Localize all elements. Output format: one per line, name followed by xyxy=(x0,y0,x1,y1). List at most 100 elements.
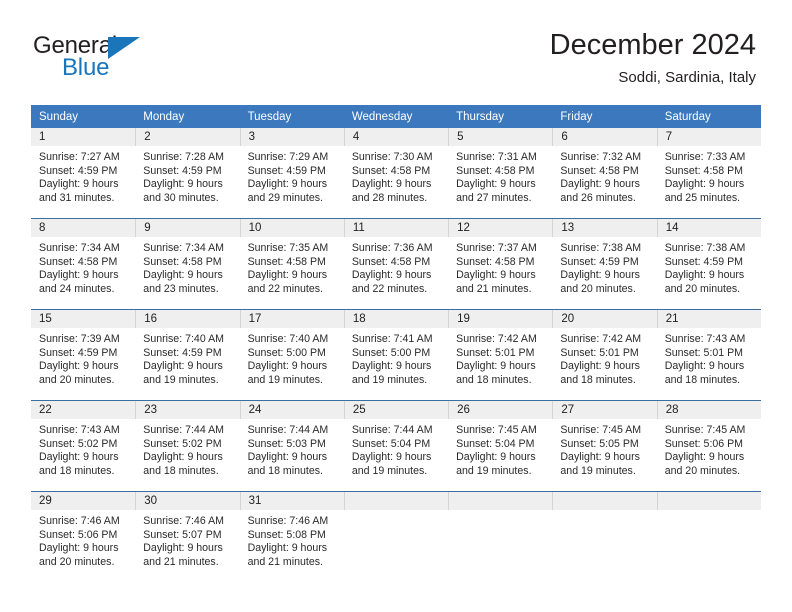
day-details: Sunrise: 7:31 AM Sunset: 4:58 PM Daylight:… xyxy=(448,146,552,205)
day-cell[interactable]: 27 Sunrise: 7:45 AM Sunset: 5:05 PM Dayligh… xyxy=(552,400,657,492)
day-cell[interactable]: 21 Sunrise: 7:43 AM Sunset: 5:01 PM Dayligh… xyxy=(656,309,761,401)
day-number: 7 xyxy=(656,128,761,146)
sunrise-text: Sunrise: 7:27 AM xyxy=(39,151,120,163)
day-cell[interactable]: 28 Sunrise: 7:45 AM Sunset: 5:06 PM Dayligh… xyxy=(656,400,761,492)
sunset-text: Sunset: 5:02 PM xyxy=(143,437,222,450)
sunset-text: Sunset: 4:59 PM xyxy=(39,346,118,359)
day-cell[interactable]: 1 Sunrise: 7:27 AM Sunset: 4:59 PM Daylight… xyxy=(31,128,136,219)
sunrise-text: Sunrise: 7:45 AM xyxy=(456,424,537,436)
day-details: Sunrise: 7:35 AM Sunset: 4:58 PM Daylight:… xyxy=(240,237,344,296)
day-number: 21 xyxy=(656,310,761,328)
daylight-text-line2: and 28 minutes. xyxy=(351,191,428,204)
sunrise-text: Sunrise: 7:37 AM xyxy=(456,242,537,254)
daylight-text-line1: Daylight: 9 hours xyxy=(664,451,745,464)
sunset-text: Sunset: 5:03 PM xyxy=(247,437,326,450)
day-number: 10 xyxy=(239,219,344,237)
daylight-text-line1: Daylight: 9 hours xyxy=(664,269,745,282)
day-cell[interactable]: 3 Sunrise: 7:29 AM Sunset: 4:59 PM Daylight… xyxy=(239,128,344,219)
day-number: 24 xyxy=(239,401,344,419)
day-number: 11 xyxy=(343,219,449,237)
daylight-text-line2: and 19 minutes. xyxy=(560,464,636,477)
sunset-text: Sunset: 5:01 PM xyxy=(560,346,639,359)
daylight-text-line2: and 23 minutes. xyxy=(143,282,219,295)
daylight-text-line2: and 20 minutes. xyxy=(664,464,741,477)
day-number: 5 xyxy=(448,128,553,146)
day-cell[interactable]: 9 Sunrise: 7:34 AM Sunset: 4:58 PM Daylight… xyxy=(135,218,240,310)
sunset-text: Sunset: 4:59 PM xyxy=(664,255,744,268)
day-cell[interactable]: 17 Sunrise: 7:40 AM Sunset: 5:00 PM Dayligh… xyxy=(239,309,344,401)
day-cell[interactable]: 25 Sunrise: 7:44 AM Sunset: 5:04 PM Dayligh… xyxy=(343,400,449,492)
sunset-text: Sunset: 5:06 PM xyxy=(39,528,118,541)
daylight-text-line2: and 19 minutes. xyxy=(143,373,219,386)
day-cell[interactable]: 15 Sunrise: 7:39 AM Sunset: 4:59 PM Dayligh… xyxy=(31,309,136,401)
day-details: Sunrise: 7:34 AM Sunset: 4:58 PM Daylight:… xyxy=(135,237,239,296)
day-details xyxy=(448,510,552,515)
sunset-text: Sunset: 4:58 PM xyxy=(247,255,326,268)
day-cell[interactable]: 11 Sunrise: 7:36 AM Sunset: 4:58 PM Dayligh… xyxy=(343,218,449,310)
daylight-text-line1: Daylight: 9 hours xyxy=(351,269,432,282)
sunset-text: Sunset: 4:58 PM xyxy=(456,255,535,268)
day-cell-empty xyxy=(343,491,449,582)
day-cell[interactable]: 29 Sunrise: 7:46 AM Sunset: 5:06 PM Dayligh… xyxy=(31,491,136,582)
day-details xyxy=(552,510,656,515)
day-cell[interactable]: 20 Sunrise: 7:42 AM Sunset: 5:01 PM Dayligh… xyxy=(552,309,657,401)
day-cell[interactable]: 12 Sunrise: 7:37 AM Sunset: 4:58 PM Dayligh… xyxy=(448,218,553,310)
generalblue-logo[interactable]: General Blue xyxy=(33,33,233,85)
sunset-text: Sunset: 4:59 PM xyxy=(39,164,118,177)
sunrise-text: Sunrise: 7:46 AM xyxy=(247,515,329,527)
sunrise-text: Sunrise: 7:34 AM xyxy=(39,242,120,254)
day-cell[interactable]: 7 Sunrise: 7:33 AM Sunset: 4:58 PM Daylight… xyxy=(656,128,761,219)
day-cell[interactable]: 31 Sunrise: 7:46 AM Sunset: 5:08 PM Dayligh… xyxy=(239,491,344,582)
day-cell[interactable]: 8 Sunrise: 7:34 AM Sunset: 4:58 PM Daylight… xyxy=(31,218,136,310)
day-cell[interactable]: 30 Sunrise: 7:46 AM Sunset: 5:07 PM Dayligh… xyxy=(135,491,240,582)
sunset-text: Sunset: 5:08 PM xyxy=(247,528,326,541)
day-number: 25 xyxy=(343,401,449,419)
sunrise-text: Sunrise: 7:44 AM xyxy=(247,424,329,436)
daylight-text-line2: and 18 minutes. xyxy=(143,464,219,477)
sunset-text: Sunset: 4:58 PM xyxy=(351,255,431,268)
daylight-text-line1: Daylight: 9 hours xyxy=(351,178,432,191)
daylight-text-line1: Daylight: 9 hours xyxy=(351,360,432,373)
day-details: Sunrise: 7:33 AM Sunset: 4:58 PM Daylight:… xyxy=(657,146,761,205)
weekday-header-saturday: Saturday xyxy=(656,105,761,128)
sunset-text: Sunset: 5:04 PM xyxy=(351,437,431,450)
day-cell[interactable]: 6 Sunrise: 7:32 AM Sunset: 4:58 PM Daylight… xyxy=(552,128,657,219)
day-cell[interactable]: 10 Sunrise: 7:35 AM Sunset: 4:58 PM Dayligh… xyxy=(239,218,344,310)
day-number xyxy=(552,492,657,510)
day-cell[interactable]: 13 Sunrise: 7:38 AM Sunset: 4:59 PM Dayligh… xyxy=(552,218,657,310)
day-details: Sunrise: 7:46 AM Sunset: 5:08 PM Daylight:… xyxy=(240,510,344,569)
day-details: Sunrise: 7:45 AM Sunset: 5:05 PM Daylight:… xyxy=(552,419,656,478)
daylight-text-line1: Daylight: 9 hours xyxy=(247,269,328,282)
day-cell[interactable]: 4 Sunrise: 7:30 AM Sunset: 4:58 PM Daylight… xyxy=(343,128,449,219)
day-number: 18 xyxy=(343,310,449,328)
day-cell[interactable]: 18 Sunrise: 7:41 AM Sunset: 5:00 PM Dayligh… xyxy=(343,309,449,401)
weekday-header-row: Sunday Monday Tuesday Wednesday Thursday… xyxy=(31,105,761,128)
day-details xyxy=(344,510,448,515)
daylight-text-line2: and 29 minutes. xyxy=(247,191,323,204)
day-cell[interactable]: 23 Sunrise: 7:44 AM Sunset: 5:02 PM Dayligh… xyxy=(135,400,240,492)
day-cell[interactable]: 14 Sunrise: 7:38 AM Sunset: 4:59 PM Dayligh… xyxy=(656,218,761,310)
sunrise-text: Sunrise: 7:35 AM xyxy=(247,242,329,254)
daylight-text-line2: and 20 minutes. xyxy=(664,282,741,295)
daylight-text-line2: and 19 minutes. xyxy=(351,464,428,477)
day-cell-empty xyxy=(552,491,657,582)
day-cell[interactable]: 19 Sunrise: 7:42 AM Sunset: 5:01 PM Dayligh… xyxy=(448,309,553,401)
sunset-text: Sunset: 5:07 PM xyxy=(143,528,222,541)
daylight-text-line2: and 21 minutes. xyxy=(143,555,219,568)
page-subtitle: Soddi, Sardinia, Italy xyxy=(618,69,756,86)
daylight-text-line1: Daylight: 9 hours xyxy=(247,360,328,373)
day-cell[interactable]: 2 Sunrise: 7:28 AM Sunset: 4:59 PM Daylight… xyxy=(135,128,240,219)
weekday-header-friday: Friday xyxy=(552,105,657,128)
day-cell[interactable]: 24 Sunrise: 7:44 AM Sunset: 5:03 PM Dayligh… xyxy=(239,400,344,492)
day-cell[interactable]: 22 Sunrise: 7:43 AM Sunset: 5:02 PM Dayligh… xyxy=(31,400,136,492)
sunset-text: Sunset: 4:58 PM xyxy=(39,255,118,268)
day-cell[interactable]: 26 Sunrise: 7:45 AM Sunset: 5:04 PM Dayligh… xyxy=(448,400,553,492)
calendar-grid: Sunday Monday Tuesday Wednesday Thursday… xyxy=(31,105,761,582)
day-cell[interactable]: 16 Sunrise: 7:40 AM Sunset: 4:59 PM Dayligh… xyxy=(135,309,240,401)
day-cell[interactable]: 5 Sunrise: 7:31 AM Sunset: 4:58 PM Daylight… xyxy=(448,128,553,219)
daylight-text-line1: Daylight: 9 hours xyxy=(39,360,119,373)
day-number: 23 xyxy=(135,401,240,419)
day-number: 28 xyxy=(656,401,761,419)
day-details: Sunrise: 7:34 AM Sunset: 4:58 PM Daylight:… xyxy=(31,237,135,296)
day-details: Sunrise: 7:44 AM Sunset: 5:04 PM Daylight:… xyxy=(344,419,448,478)
